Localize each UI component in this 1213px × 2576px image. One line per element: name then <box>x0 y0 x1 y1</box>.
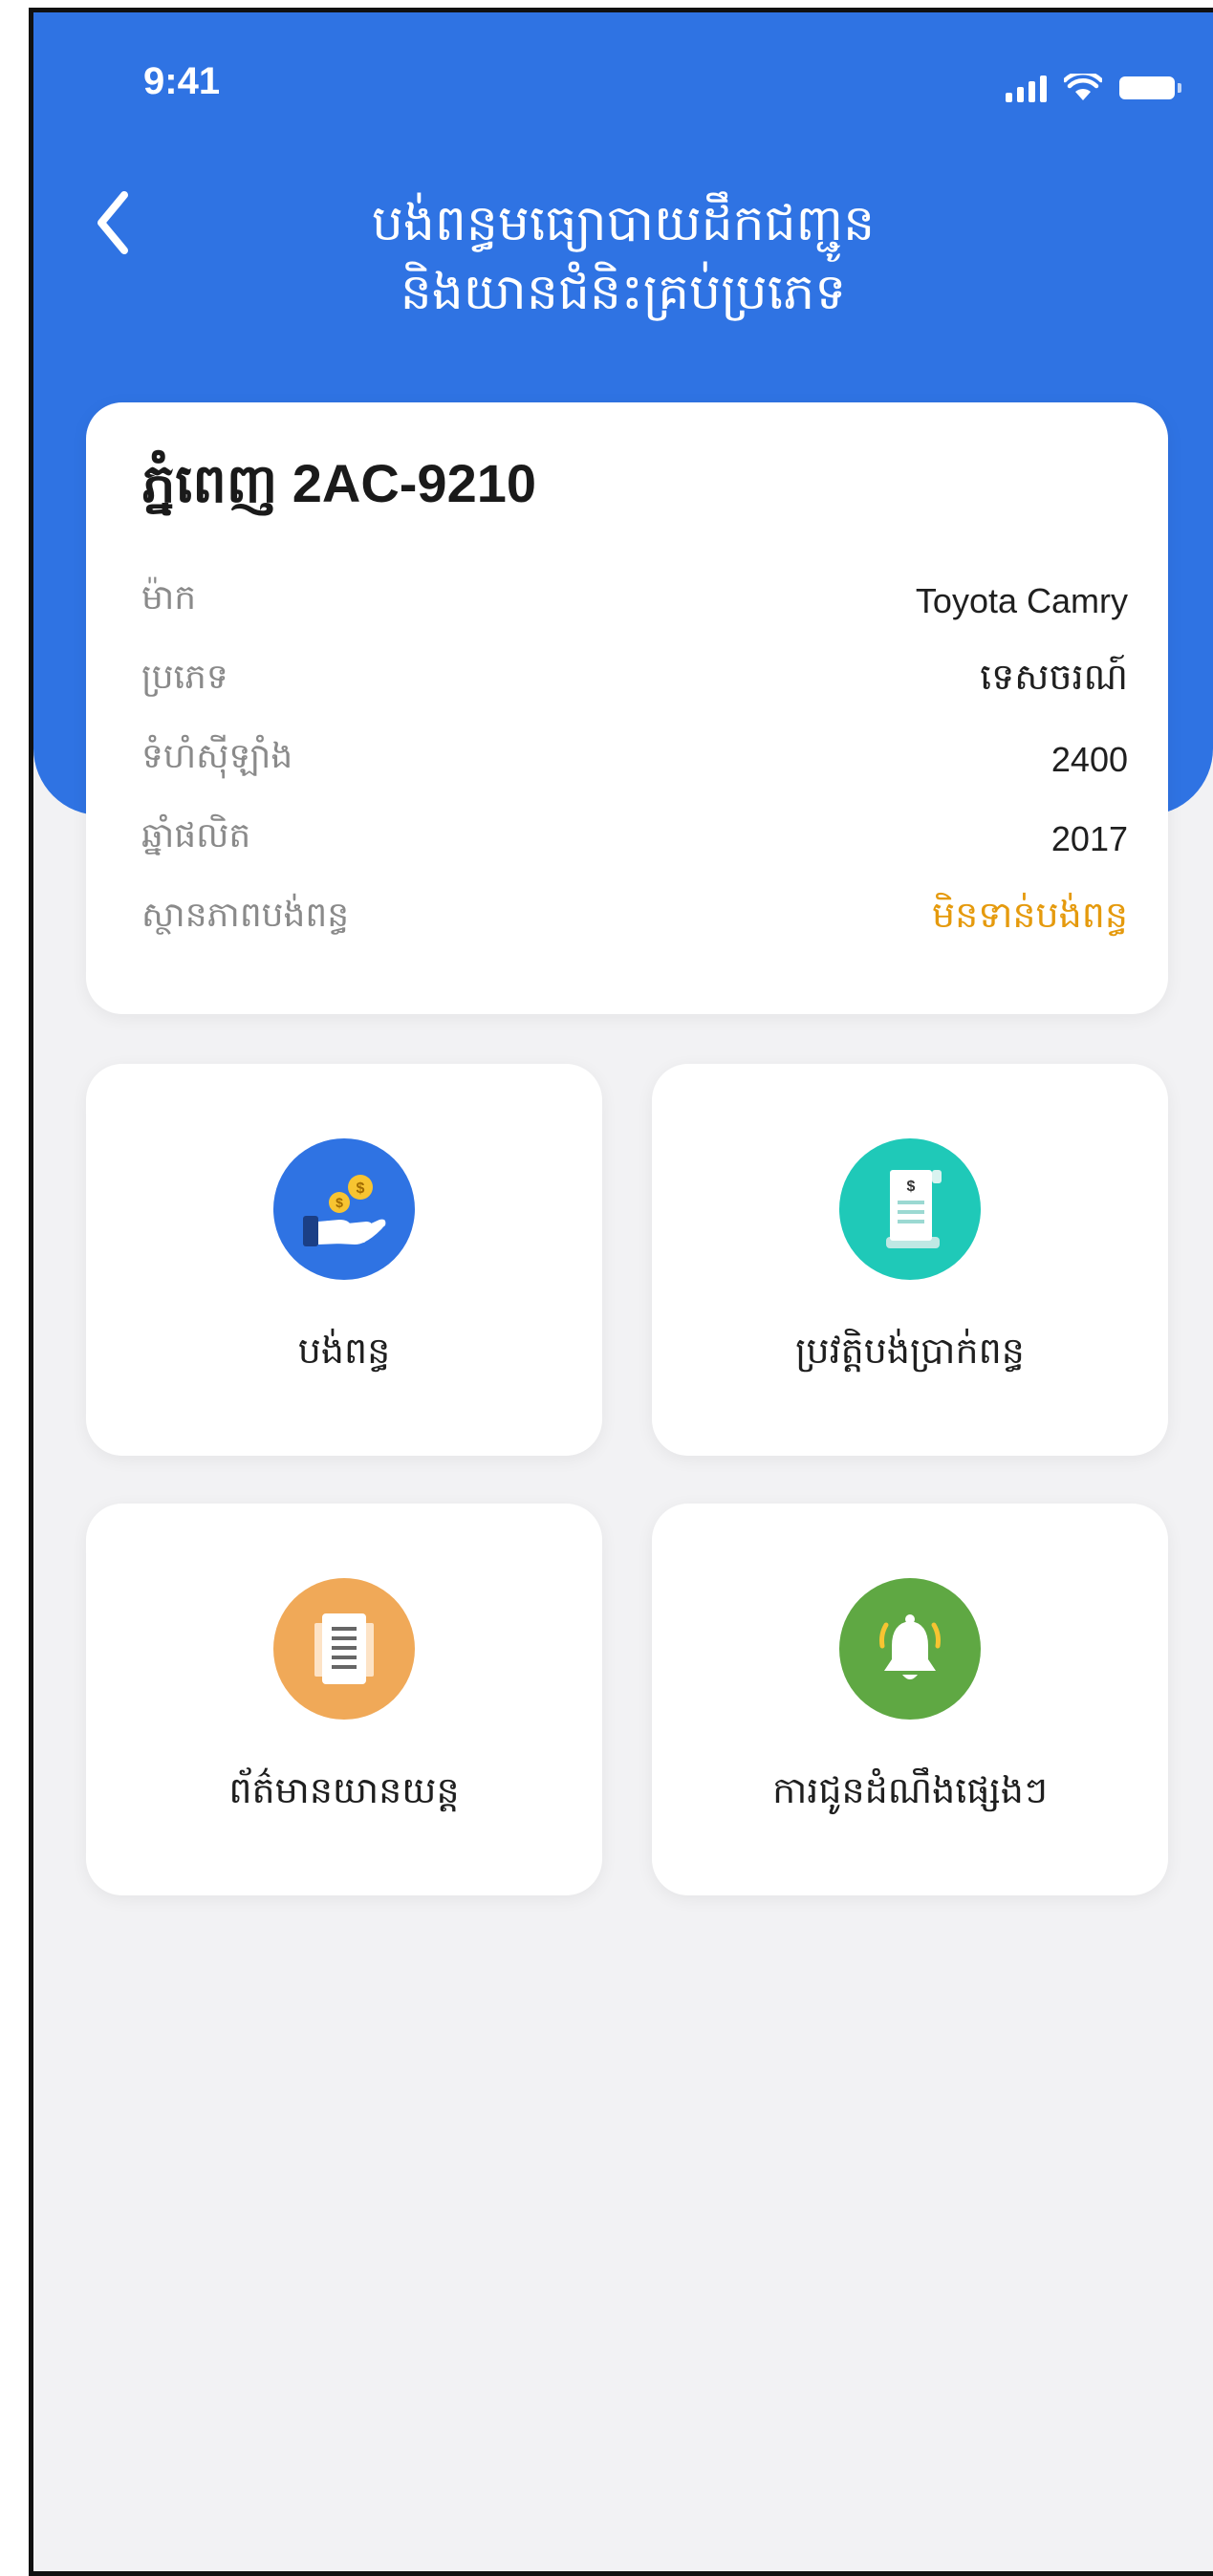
battery-icon <box>1119 76 1181 99</box>
info-value: ទេសចរណ៍ <box>980 657 1128 698</box>
info-value: 2400 <box>1051 739 1128 779</box>
info-label: ឆ្នាំផលិត <box>141 816 251 855</box>
page-title: បង់ពន្ធមធ្យោបាយដឹកជញ្ជូន និងយានជំនិះគ្រប… <box>206 189 1041 327</box>
info-label: ស្ថានភាពបង់ពន្ធ <box>141 896 350 935</box>
info-row-tax-status: ស្ថានភាពបង់ពន្ធ មិនទាន់បង់ពន្ធ <box>141 878 1128 958</box>
info-value: 2017 <box>1051 818 1128 858</box>
tile-label: បង់ពន្ធ <box>297 1330 391 1372</box>
pay-tax-button[interactable]: $ $ បង់ពន្ធ <box>86 1064 602 1456</box>
info-row-type: ប្រភេទ ទេសចរណ៍ <box>141 640 1128 720</box>
svg-text:$: $ <box>907 1179 916 1195</box>
status-icons <box>1006 68 1181 102</box>
payment-history-button[interactable]: $ ប្រវត្តិបង់ប្រាក់ពន្ធ <box>652 1064 1168 1456</box>
pay-tax-icon: $ $ <box>273 1138 415 1280</box>
chevron-left-icon <box>97 191 128 254</box>
info-label: ទំហំស៊ីឡាំង <box>141 737 293 776</box>
status-badge: មិនទាន់បង់ពន្ធ <box>931 895 1128 936</box>
notifications-button[interactable]: ការជូនដំណឹងផ្សេងៗ <box>652 1504 1168 1895</box>
tile-label: ប្រវត្តិបង់ប្រាក់ពន្ធ <box>795 1330 1025 1372</box>
receipt-icon: $ <box>839 1138 981 1280</box>
tile-label: ការជូនដំណឹងផ្សេងៗ <box>772 1769 1048 1811</box>
signal-icon <box>1006 74 1047 102</box>
info-row-brand: ម៉ាក Toyota Camry <box>141 561 1128 640</box>
vehicle-info-card: ភ្នំពេញ 2AC-9210 ម៉ាក Toyota Camry ប្រភេ… <box>86 402 1168 1014</box>
page-title-line1: បង់ពន្ធមធ្យោបាយដឹកជញ្ជូន <box>371 195 876 252</box>
page-title-line2: និងយានជំនិះគ្រប់ប្រភេទ <box>400 264 847 321</box>
info-row-year: ឆ្នាំផលិត 2017 <box>141 799 1128 878</box>
phone-screen: 9:41 បង់ពន្ធមធ្យោបាយដឹកជញ្ជូន និងយានជំនិ… <box>29 8 1213 2576</box>
bell-icon <box>839 1578 981 1720</box>
vehicle-info-button[interactable]: ព័ត៌មានយានយន្ត <box>86 1504 602 1895</box>
info-label: ប្រភេទ <box>141 658 228 697</box>
info-value: Toyota Camry <box>915 580 1128 620</box>
svg-text:$: $ <box>336 1195 343 1210</box>
info-label: ម៉ាក <box>141 578 197 617</box>
license-plate: ភ្នំពេញ 2AC-9210 <box>141 453 536 513</box>
tile-label: ព័ត៌មានយានយន្ត <box>228 1769 460 1811</box>
svg-text:$: $ <box>357 1180 365 1197</box>
info-row-engine: ទំហំស៊ីឡាំង 2400 <box>141 720 1128 799</box>
document-icon <box>273 1578 415 1720</box>
wifi-icon <box>1064 74 1102 100</box>
back-button[interactable] <box>79 180 146 266</box>
status-time: 9:41 <box>143 60 221 102</box>
